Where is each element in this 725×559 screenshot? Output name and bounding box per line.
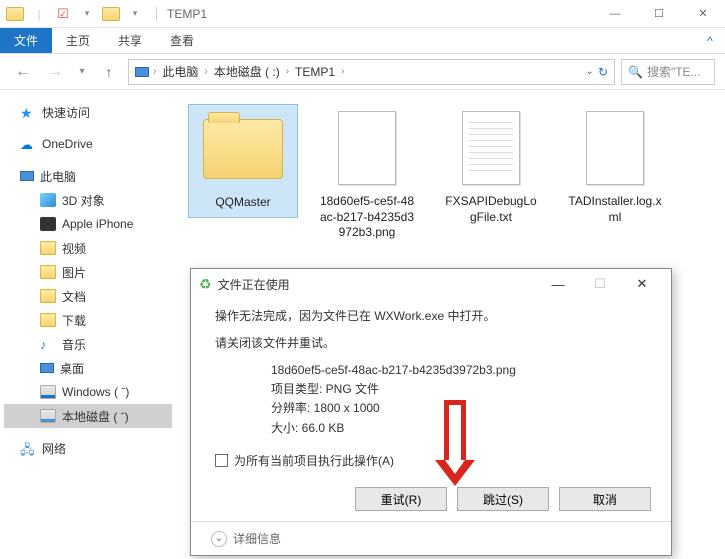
sidebar-item-music[interactable]: ♪音乐 [4, 332, 172, 356]
apple-icon [40, 217, 56, 231]
drive-icon [40, 385, 56, 399]
dialog-apply-all-checkbox[interactable]: 为所有当前项目执行此操作(A) [215, 452, 647, 469]
recycle-icon: ♻ [199, 276, 212, 293]
sidebar-item-pictures[interactable]: 图片 [4, 260, 172, 284]
chevron-right-icon: › [204, 66, 207, 77]
folder-icon [4, 3, 26, 25]
folder-icon-2 [100, 3, 122, 25]
star-icon: ★ [20, 105, 36, 119]
file-item-txt[interactable]: FXSAPIDebugLogFile.txt [436, 104, 546, 231]
address-dropdown[interactable]: ⌄ [586, 66, 594, 77]
file-in-use-dialog: ♻ 文件正在使用 — ☐ ✕ 操作无法完成，因为文件已在 WXWork.exe … [190, 268, 672, 556]
file-name: FXSAPIDebugLogFile.txt [436, 194, 546, 231]
ribbon-tabs: 文件 主页 共享 查看 ^ [0, 28, 725, 54]
ribbon-tab-share[interactable]: 共享 [104, 28, 156, 53]
desktop-icon [40, 363, 54, 373]
window-title: TEMP1 [156, 7, 207, 21]
dialog-message-1: 操作无法完成，因为文件已在 WXWork.exe 中打开。 [215, 307, 647, 324]
sidebar-item-desktop[interactable]: 桌面 [4, 356, 172, 380]
sidebar-item-iphone[interactable]: Apple iPhone [4, 212, 172, 236]
refresh-icon[interactable]: ↻ [598, 65, 608, 79]
file-item-png[interactable]: 18d60ef5-ce5f-48ac-b217-b4235d3972b3.png [312, 104, 422, 247]
drive-icon [40, 409, 56, 423]
sidebar-item-3d[interactable]: 3D 对象 [4, 188, 172, 212]
sidebar-onedrive[interactable]: ☁OneDrive [4, 132, 172, 156]
search-icon: 🔍 [628, 65, 643, 79]
folder-icon [40, 289, 56, 303]
pc-icon [135, 67, 149, 77]
file-icon [462, 111, 520, 185]
dialog-close-button[interactable]: ✕ [621, 269, 663, 299]
dialog-titlebar: ♻ 文件正在使用 — ☐ ✕ [191, 269, 671, 299]
chevron-right-icon: › [153, 66, 156, 77]
search-placeholder: 搜索"TE... [647, 63, 701, 80]
network-icon: 🖧 [20, 441, 36, 455]
sidebar-item-documents[interactable]: 文档 [4, 284, 172, 308]
dialog-file-type: 项目类型: PNG 文件 [271, 380, 647, 399]
folder-icon [40, 313, 56, 327]
search-input[interactable]: 🔍 搜索"TE... [621, 59, 715, 85]
sidebar-item-videos[interactable]: 视频 [4, 236, 172, 260]
file-name: TADInstaller.log.xml [560, 194, 670, 231]
breadcrumb-item[interactable]: 此电脑 [158, 63, 202, 80]
navigation-pane: ★快速访问 ☁OneDrive 此电脑 3D 对象 Apple iPhone 视… [0, 90, 172, 559]
dialog-file-size: 大小: 66.0 KB [271, 419, 647, 438]
breadcrumb-item[interactable]: TEMP1 [291, 65, 339, 79]
pc-icon [20, 171, 34, 181]
skip-button[interactable]: 跳过(S) [457, 487, 549, 511]
properties-icon[interactable]: ☑ [52, 3, 74, 25]
folder-icon [40, 241, 56, 255]
ribbon-tab-home[interactable]: 主页 [52, 28, 104, 53]
sidebar-this-pc[interactable]: 此电脑 [4, 164, 172, 188]
folder-icon [40, 265, 56, 279]
cancel-button[interactable]: 取消 [559, 487, 651, 511]
folder-icon [203, 119, 283, 179]
dialog-maximize-button: ☐ [579, 269, 621, 299]
chevron-down-icon: ⌄ [211, 531, 227, 547]
dialog-minimize-button[interactable]: — [537, 269, 579, 299]
address-bar[interactable]: › 此电脑 › 本地磁盘 ( :) › TEMP1 › ⌄ ↻ [128, 59, 615, 85]
sidebar-item-local-drive[interactable]: 本地磁盘 ( ˉ) [4, 404, 172, 428]
sidebar-item-downloads[interactable]: 下载 [4, 308, 172, 332]
file-icon [586, 111, 644, 185]
dialog-message-2: 请关闭该文件并重试。 [215, 334, 647, 351]
file-item-xml[interactable]: TADInstaller.log.xml [560, 104, 670, 231]
music-icon: ♪ [40, 337, 56, 351]
qat-overflow[interactable]: ▾ [124, 3, 146, 25]
dialog-title-text: 文件正在使用 [218, 276, 290, 293]
retry-button[interactable]: 重试(R) [355, 487, 447, 511]
close-button[interactable]: ✕ [681, 0, 725, 28]
up-button[interactable]: ↑ [96, 59, 122, 85]
back-button[interactable]: ← [10, 59, 36, 85]
ribbon-file-tab[interactable]: 文件 [0, 28, 52, 53]
qat-separator: | [28, 3, 50, 25]
ribbon-help-icon[interactable]: ^ [695, 28, 725, 53]
navigation-bar: ← → ▾ ↑ › 此电脑 › 本地磁盘 ( :) › TEMP1 › ⌄ ↻ … [0, 54, 725, 90]
file-name: 18d60ef5-ce5f-48ac-b217-b4235d3972b3.png [312, 194, 422, 247]
forward-button[interactable]: → [42, 59, 68, 85]
chevron-right-icon: › [341, 66, 344, 77]
qat-dropdown[interactable]: ▾ [76, 3, 98, 25]
cube-icon [40, 193, 56, 207]
dialog-file-name: 18d60ef5-ce5f-48ac-b217-b4235d3972b3.png [271, 361, 647, 380]
dialog-details-toggle[interactable]: ⌄ 详细信息 [191, 521, 671, 555]
onedrive-icon: ☁ [20, 137, 36, 151]
sidebar-network[interactable]: 🖧网络 [4, 436, 172, 460]
sidebar-quick-access[interactable]: ★快速访问 [4, 100, 172, 124]
minimize-button[interactable]: — [593, 0, 637, 28]
checkbox-icon [215, 454, 228, 467]
file-item-folder[interactable]: QQMaster [188, 104, 298, 218]
maximize-button[interactable]: ☐ [637, 0, 681, 28]
ribbon-tab-view[interactable]: 查看 [156, 28, 208, 53]
history-dropdown[interactable]: ▾ [74, 59, 90, 85]
chevron-right-icon: › [286, 66, 289, 77]
file-icon [338, 111, 396, 185]
dialog-file-resolution: 分辨率: 1800 x 1000 [271, 399, 647, 418]
sidebar-item-windows-drive[interactable]: Windows ( ˉ) [4, 380, 172, 404]
window-titlebar: | ☑ ▾ ▾ TEMP1 — ☐ ✕ [0, 0, 725, 28]
breadcrumb-item[interactable]: 本地磁盘 ( :) [210, 63, 284, 80]
file-name: QQMaster [189, 195, 297, 217]
